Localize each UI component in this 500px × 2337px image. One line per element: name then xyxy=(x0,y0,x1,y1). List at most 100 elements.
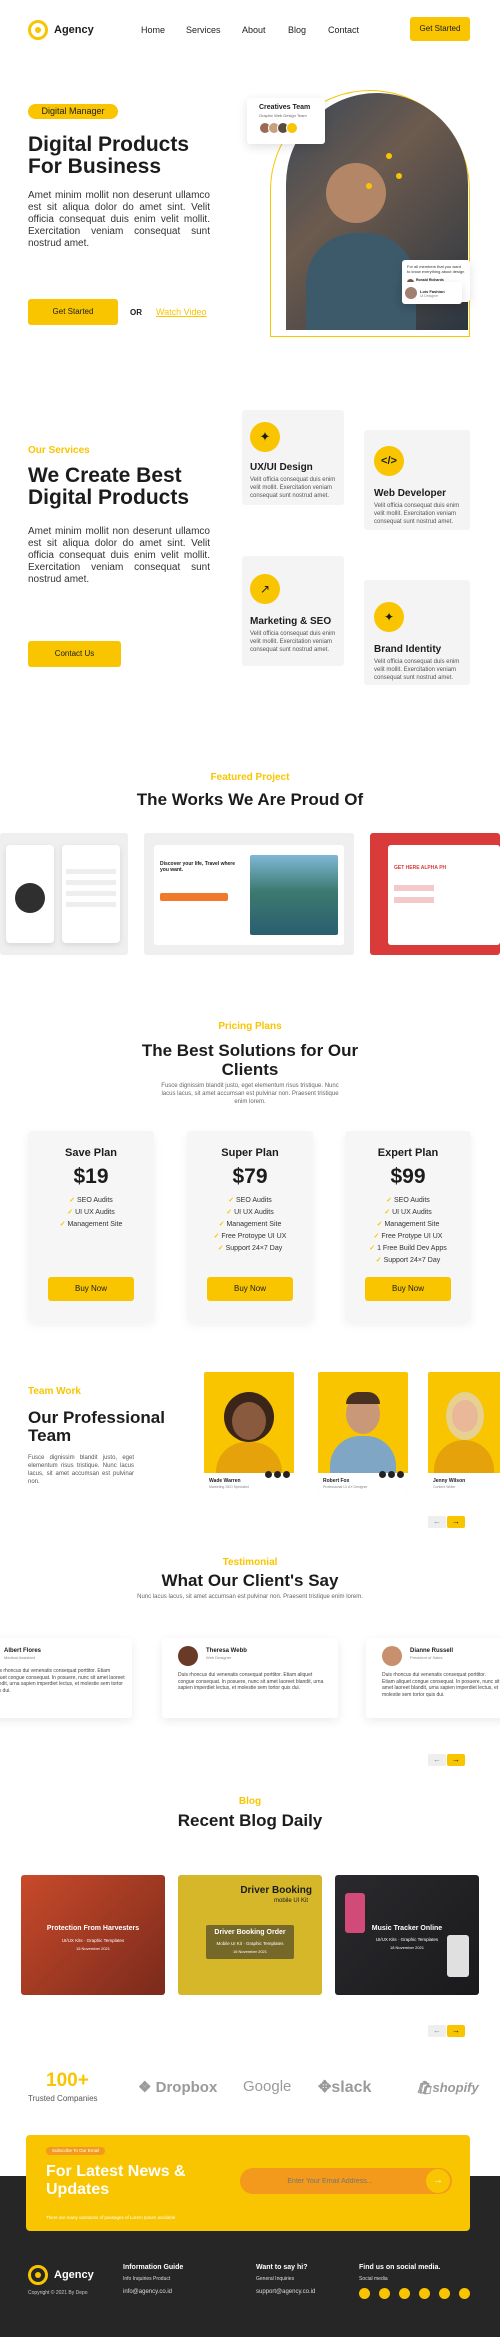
service-title: Brand Identity xyxy=(374,644,442,655)
newsletter-banner: Subscribe To Our Email For Latest News &… xyxy=(26,2135,470,2231)
plan-feature: Management Site xyxy=(345,1219,471,1231)
twitter-icon[interactable] xyxy=(379,2288,390,2299)
linkedin-icon[interactable] xyxy=(419,2288,430,2299)
quote-text: For all members that you want to know ev… xyxy=(407,264,465,274)
blog-date: 16 November 2021 xyxy=(232,1949,268,1954)
pricing-title-line2: Clients xyxy=(221,1060,279,1079)
chart-icon: ↗ xyxy=(250,574,280,604)
instagram-icon[interactable] xyxy=(388,1471,395,1478)
instagram-icon[interactable] xyxy=(399,2288,410,2299)
facebook-icon[interactable] xyxy=(359,2288,370,2299)
work-card-mobile-app[interactable] xyxy=(0,833,128,955)
plan-price: $19 xyxy=(73,1165,109,1188)
profile-name: Lois Fashion xyxy=(420,288,445,294)
logo-icon xyxy=(28,2265,48,2285)
hero-or: OR xyxy=(130,308,142,317)
nav-about[interactable]: About xyxy=(242,25,266,35)
nav-blog[interactable]: Blog xyxy=(288,25,306,35)
creatives-team-card: Creatives Team Graphic Web Design Team xyxy=(247,98,325,144)
nav-services[interactable]: Services xyxy=(186,25,221,35)
facebook-icon[interactable] xyxy=(265,1471,272,1478)
hero-badge: Digital Manager xyxy=(28,104,118,119)
team-card-wade[interactable]: Wade Warren Marketing SEO Specialist xyxy=(204,1372,294,1495)
plan-feature: Support 24×7 Day xyxy=(187,1243,313,1255)
blog-banner-sub: mobile UI Kit xyxy=(273,1898,308,1904)
blog-card-harvesters[interactable]: Protection From Harvesters UI/UX Kits · … xyxy=(21,1875,165,1995)
dropbox-icon: ❖ xyxy=(138,2079,152,2096)
plan-feature: UI UX Audits xyxy=(28,1207,154,1219)
member-name: Wade Warren xyxy=(209,1478,241,1484)
buy-now-button[interactable]: Buy Now xyxy=(48,1277,134,1301)
footer-brand-name: Agency xyxy=(54,2269,94,2281)
team-title-line1: Our Professional xyxy=(28,1408,165,1427)
footer-col2-title: Want to say hi? xyxy=(256,2264,308,2271)
buy-now-button[interactable]: Buy Now xyxy=(207,1277,293,1301)
plan-feature: 1 Free Build Dev Apps xyxy=(345,1243,471,1255)
blog-card-driver[interactable]: Driver Booking mobile UI Kit Driver Book… xyxy=(178,1875,322,1995)
buy-now-button[interactable]: Buy Now xyxy=(365,1277,451,1301)
avatar xyxy=(178,1646,198,1666)
facebook-icon[interactable] xyxy=(379,1471,386,1478)
footer-col3-sub: Social media xyxy=(359,2276,388,2282)
testimonial-role: President of Sales xyxy=(410,1655,443,1660)
service-desc: Velit officia consequat duis enim velit … xyxy=(250,631,336,653)
dribbble-icon[interactable] xyxy=(459,2288,470,2299)
team-prev-button[interactable]: ← xyxy=(428,1516,446,1528)
twitter-icon[interactable] xyxy=(397,1471,404,1478)
team-next-button[interactable]: → xyxy=(447,1516,465,1528)
youtube-icon[interactable] xyxy=(439,2288,450,2299)
plan-feature: SEO Audits xyxy=(345,1195,471,1207)
watch-video-link[interactable]: Watch Video xyxy=(156,307,207,317)
newsletter-email-field[interactable]: → xyxy=(240,2168,452,2194)
hero-get-started-button[interactable]: Get Started xyxy=(28,299,118,325)
instagram-icon[interactable] xyxy=(274,1471,281,1478)
service-card-webdev[interactable]: </> Web Developer Velit officia consequa… xyxy=(364,430,470,530)
brand-logo[interactable]: Agency xyxy=(28,20,94,40)
service-card-brand[interactable]: ✦ Brand Identity Velit officia consequat… xyxy=(364,580,470,685)
blog-post-title: Driver Booking Order xyxy=(214,1929,286,1936)
blog-next-button[interactable]: → xyxy=(447,2025,465,2037)
get-started-nav-button[interactable]: Get Started xyxy=(410,17,470,41)
testimonial-prev-button[interactable]: ← xyxy=(428,1754,446,1766)
plan-name: Expert Plan xyxy=(377,1147,439,1159)
contact-us-button[interactable]: Contact Us xyxy=(28,641,121,667)
blog-prev-button[interactable]: ← xyxy=(428,2025,446,2037)
works-eyebrow: Featured Project xyxy=(210,772,290,783)
plan-feature: Free Protype UI UX xyxy=(345,1231,471,1243)
footer-col2-sub: General Inquiries xyxy=(256,2276,295,2282)
blog-card-music[interactable]: Music Tracker Online UI/UX Kits · Graphi… xyxy=(335,1875,479,1995)
footer-brand[interactable]: Agency xyxy=(28,2265,94,2285)
client-label: Trusted Companies xyxy=(28,2094,98,2103)
footer-col1-link[interactable]: info@agency.co.id xyxy=(123,2289,172,2295)
works-title: The Works We Are Proud Of xyxy=(136,790,364,809)
sparkle-icon: ✦ xyxy=(374,602,404,632)
work-card-red[interactable]: GET HERE ALPHA PH xyxy=(370,833,500,955)
testimonial-next-button[interactable]: → xyxy=(447,1754,465,1766)
services-eyebrow: Our Services xyxy=(28,445,90,456)
blog-date: 15 November 2021 xyxy=(75,1946,111,1951)
work-card-travel[interactable]: Discover your life, Travel where you wan… xyxy=(144,833,354,955)
blog-category: UI/UX Kits xyxy=(61,1938,83,1943)
blog-category: UI/UX Kits xyxy=(375,1937,397,1942)
service-card-marketing[interactable]: ↗ Marketing & SEO Velit officia consequa… xyxy=(242,556,344,666)
team-card-robert[interactable]: Robert Fox Professional UI UX Designer xyxy=(318,1372,408,1495)
twitter-icon[interactable] xyxy=(283,1471,290,1478)
service-card-uxui[interactable]: ✦ UX/UI Design Velit officia consequat d… xyxy=(242,410,344,505)
services-title-line1: We Create Best xyxy=(28,464,182,487)
nav-contact[interactable]: Contact xyxy=(328,25,359,35)
avatar xyxy=(382,1646,402,1666)
avatar xyxy=(405,287,417,299)
send-arrow-icon[interactable]: → xyxy=(426,2169,450,2193)
plan-feature: SEO Audits xyxy=(187,1195,313,1207)
profile-role: Ui Designer xyxy=(420,293,439,298)
nav-home[interactable]: Home xyxy=(141,25,165,35)
blog-eyebrow: Blog xyxy=(238,1796,262,1807)
lois-profile-card: Lois Fashion Ui Designer xyxy=(402,282,462,304)
team-card-jenny[interactable]: Jenny Wilson Content Writer xyxy=(428,1372,500,1495)
plan-feature: Management Site xyxy=(28,1219,154,1231)
blog-post-title: Protection From Harvesters xyxy=(46,1925,140,1932)
blog-banner: Driver Booking xyxy=(240,1885,312,1896)
footer-col2-link[interactable]: support@agency.co.id xyxy=(256,2289,315,2295)
travel-heading: Discover your life, Travel where you wan… xyxy=(160,861,236,873)
email-input[interactable] xyxy=(240,2168,420,2194)
